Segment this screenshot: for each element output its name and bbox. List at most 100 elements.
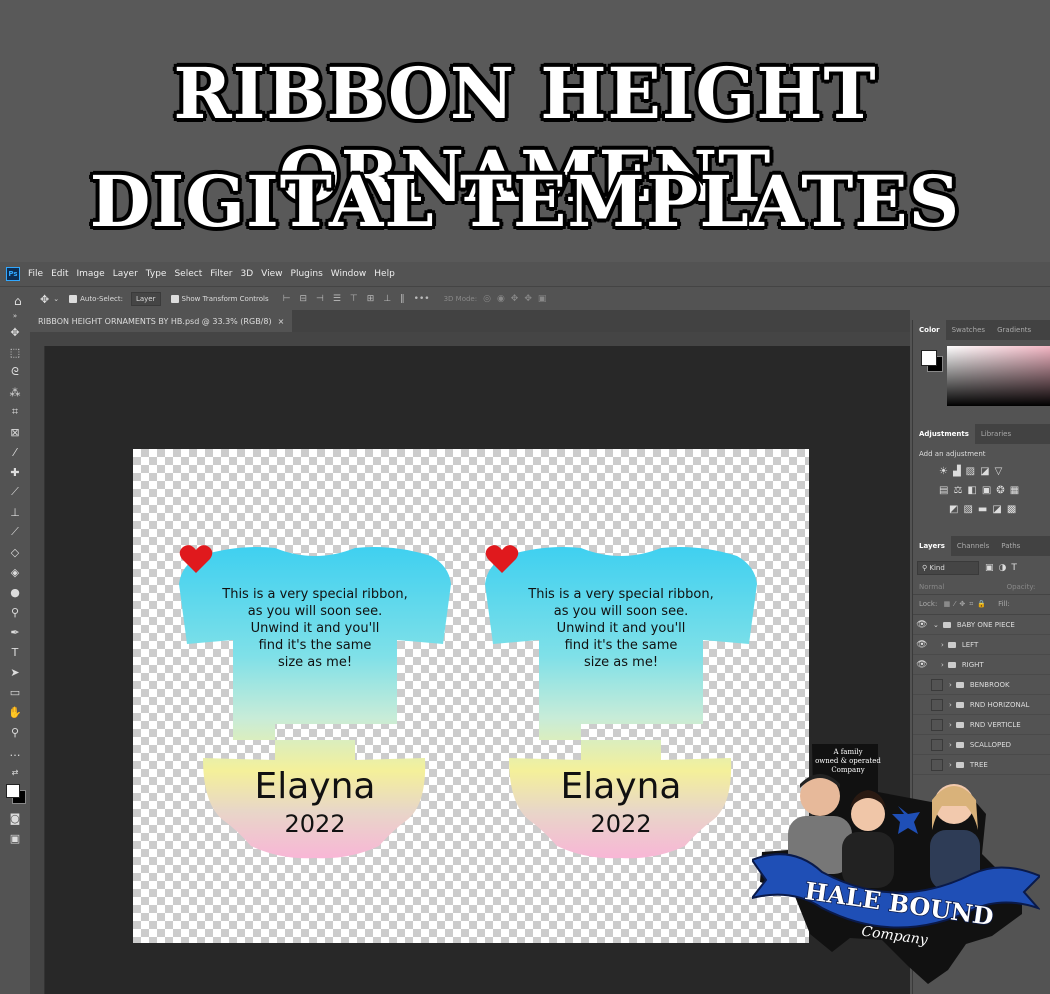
ornament-left[interactable]: This is a very special ribbon, as you wi… <box>179 544 451 874</box>
menu-edit[interactable]: Edit <box>51 269 68 279</box>
filter-icons[interactable]: ▣◑T <box>985 563 1022 573</box>
align-center-icon[interactable]: ⊟ <box>299 294 307 304</box>
rectangle-icon[interactable]: ▭ <box>0 682 30 702</box>
zoom-icon[interactable]: ⚲ <box>0 722 30 742</box>
tab-layers[interactable]: Layers <box>913 536 951 556</box>
invert-icon[interactable]: ◩ <box>949 504 958 515</box>
menu-select[interactable]: Select <box>174 269 202 279</box>
align-right-icon[interactable]: ⊣ <box>316 294 324 304</box>
more-icon[interactable]: ••• <box>414 294 430 304</box>
menu-view[interactable]: View <box>261 269 282 279</box>
ps-logo-icon[interactable]: Ps <box>6 267 20 281</box>
bucket-icon[interactable]: ◈ <box>0 562 30 582</box>
tab-swatches[interactable]: Swatches <box>946 320 991 340</box>
transform-controls-checkbox[interactable] <box>170 295 179 303</box>
align-top-icon[interactable]: ⊤ <box>350 294 358 304</box>
auto-select-checkbox[interactable] <box>69 295 78 303</box>
lasso-icon[interactable]: ᘓ <box>0 362 30 382</box>
healing-icon[interactable]: ✚ <box>0 462 30 482</box>
brush-icon[interactable]: ⟋ <box>0 482 30 502</box>
layer-row[interactable]: › BENBROOK <box>913 675 1050 695</box>
auto-select-dropdown[interactable]: Layer <box>130 292 161 306</box>
path-select-icon[interactable]: ➤ <box>0 662 30 682</box>
selective-color-icon[interactable]: ▩ <box>1007 504 1016 515</box>
foreground-color-swatch[interactable] <box>921 350 937 366</box>
kind-dropdown[interactable]: ⚲ Kind <box>917 561 979 575</box>
threshold-icon[interactable]: ▬ <box>978 504 987 515</box>
document-tab[interactable]: RIBBON HEIGHT ORNAMENTS BY HB.psd @ 33.3… <box>30 310 293 332</box>
menu-filter[interactable]: Filter <box>210 269 232 279</box>
layer-checkbox[interactable] <box>931 678 943 691</box>
menu-help[interactable]: Help <box>374 269 395 279</box>
photo-filter-icon[interactable]: ▣ <box>982 485 991 496</box>
tab-gradients[interactable]: Gradients <box>991 320 1037 340</box>
layer-checkbox[interactable] <box>931 698 943 711</box>
history-brush-icon[interactable]: ⟋ <box>0 522 30 542</box>
eyedropper-icon[interactable]: ⁄ <box>0 442 30 462</box>
menu-file[interactable]: File <box>28 269 43 279</box>
layer-row[interactable]: 👁 ⌄ BABY ONE PIECE <box>913 615 1050 635</box>
eye-icon[interactable]: 👁 <box>913 640 931 650</box>
chevron-right-icon[interactable]: › <box>949 681 952 689</box>
quick-mask-icon[interactable]: ◙ <box>0 808 30 828</box>
layer-row[interactable]: › RND VERTICLE <box>913 715 1050 735</box>
collapse-icon[interactable]: » <box>0 310 30 322</box>
hue-icon[interactable]: ▤ <box>939 485 948 496</box>
marquee-icon[interactable]: ⬚ <box>0 342 30 362</box>
layer-row[interactable]: 👁 › LEFT <box>913 635 1050 655</box>
pen-icon[interactable]: ✒ <box>0 622 30 642</box>
document-canvas[interactable]: This is a very special ribbon, as you wi… <box>133 449 809 943</box>
blur-icon[interactable]: ● <box>0 582 30 602</box>
curves-icon[interactable]: ▨ <box>966 466 975 477</box>
move-tool-icon[interactable]: ✥ <box>40 293 49 306</box>
bw-icon[interactable]: ◧ <box>967 485 976 496</box>
menu-3d[interactable]: 3D <box>241 269 254 279</box>
color-swatches[interactable] <box>0 782 30 808</box>
tab-paths[interactable]: Paths <box>995 536 1026 556</box>
home-icon[interactable]: ⌂ <box>14 294 26 308</box>
distribute-icon[interactable]: ☰ <box>333 294 341 304</box>
hand-icon[interactable]: ✋ <box>0 702 30 722</box>
frame-icon[interactable]: ⊠ <box>0 422 30 442</box>
lookup-icon[interactable]: ▦ <box>1010 485 1019 496</box>
align-bottom-icon[interactable]: ⊥ <box>383 294 391 304</box>
dodge-icon[interactable]: ⚲ <box>0 602 30 622</box>
menu-type[interactable]: Type <box>146 269 167 279</box>
blend-mode-dropdown[interactable]: Normal <box>919 583 944 591</box>
tab-channels[interactable]: Channels <box>951 536 995 556</box>
swap-colors-icon[interactable]: ⇄ <box>0 762 30 782</box>
menu-image[interactable]: Image <box>77 269 105 279</box>
brightness-icon[interactable]: ☀ <box>939 466 948 477</box>
eye-icon[interactable]: 👁 <box>913 620 931 630</box>
balance-icon[interactable]: ⚖ <box>953 485 962 496</box>
close-icon[interactable]: × <box>278 317 285 326</box>
align-middle-icon[interactable]: ⊞ <box>367 294 375 304</box>
distribute-v-icon[interactable]: ‖ <box>400 294 405 304</box>
3d-tools-icons[interactable]: ◎◉✥✥▣ <box>483 294 552 304</box>
chevron-right-icon[interactable]: › <box>941 641 944 649</box>
ornament-right[interactable]: This is a very special ribbon, as you wi… <box>485 544 757 874</box>
screen-mode-icon[interactable]: ▣ <box>0 828 30 848</box>
gradient-map-icon[interactable]: ◪ <box>992 504 1001 515</box>
vibrance-icon[interactable]: ▽ <box>995 466 1003 477</box>
layer-row[interactable]: › RND HORIZONAL <box>913 695 1050 715</box>
tab-color[interactable]: Color <box>913 320 946 340</box>
layer-row[interactable]: 👁 › RIGHT <box>913 655 1050 675</box>
crop-icon[interactable]: ⌗ <box>0 402 30 422</box>
tab-adjustments[interactable]: Adjustments <box>913 424 975 444</box>
magic-wand-icon[interactable]: ⁂ <box>0 382 30 402</box>
eraser-icon[interactable]: ◇ <box>0 542 30 562</box>
mixer-icon[interactable]: ❂ <box>996 485 1004 496</box>
posterize-icon[interactable]: ▧ <box>963 504 972 515</box>
menu-layer[interactable]: Layer <box>113 269 138 279</box>
menu-plugins[interactable]: Plugins <box>291 269 323 279</box>
layer-checkbox[interactable] <box>931 718 943 731</box>
exposure-icon[interactable]: ◪ <box>980 466 989 477</box>
type-icon[interactable]: T <box>0 642 30 662</box>
lock-icons[interactable]: ▦⁄✥⌗🔒 <box>944 600 990 608</box>
chevron-right-icon[interactable]: › <box>949 701 952 709</box>
eye-icon[interactable]: 👁 <box>913 660 931 670</box>
move-icon[interactable]: ✥ <box>0 322 30 342</box>
chevron-down-icon[interactable]: ⌄ <box>53 295 59 303</box>
chevron-down-icon[interactable]: ⌄ <box>933 621 939 629</box>
